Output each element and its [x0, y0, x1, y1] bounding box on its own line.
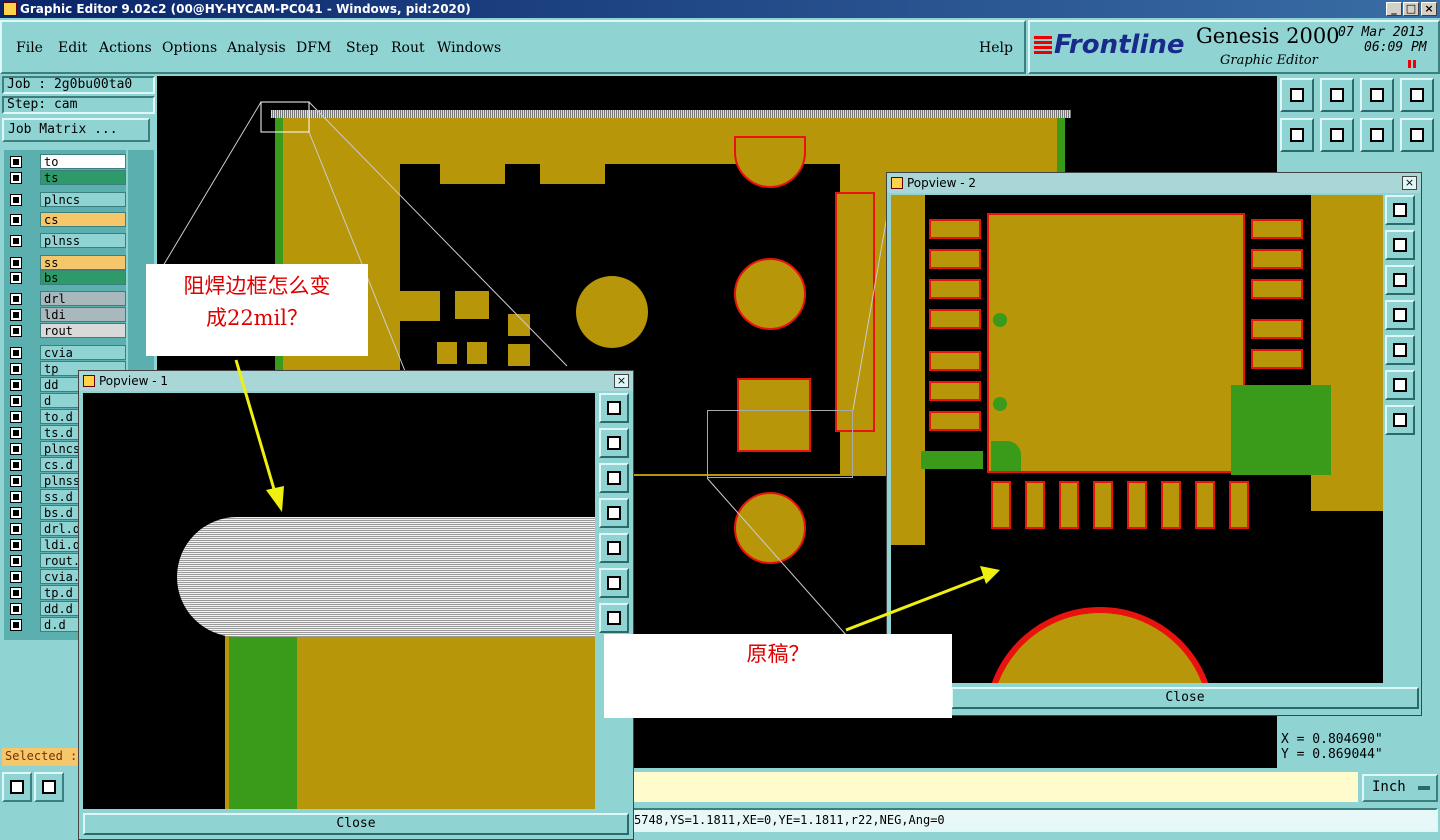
arrow-head-icon [980, 566, 1000, 584]
arrow-to-popview-2 [845, 574, 987, 632]
annotation-arrows [234, 359, 1000, 632]
arrow-head-icon [266, 486, 284, 512]
arrow-to-popview-1 [234, 359, 278, 497]
